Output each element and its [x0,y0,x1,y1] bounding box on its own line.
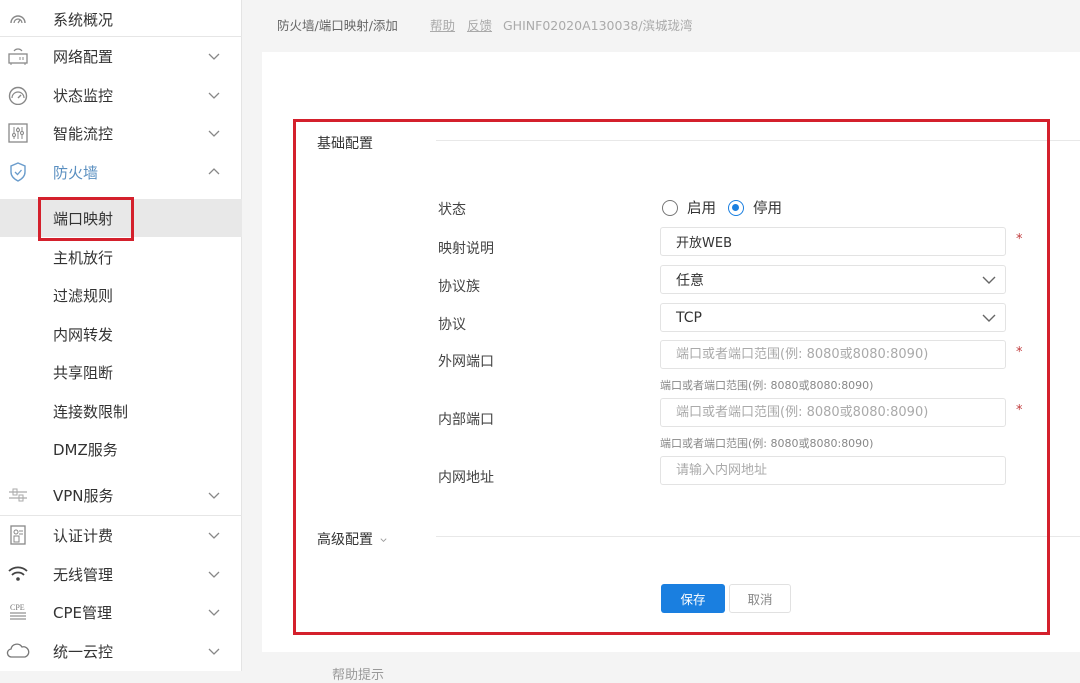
chevron-down-icon [208,609,220,616]
sidebar-subitem-dmz[interactable]: DMZ服务 [0,430,242,468]
sidebar-item-label: 内网转发 [53,325,114,344]
sidebar-item-label: 主机放行 [53,248,114,267]
svg-text:CPE: CPE [10,603,25,612]
router-icon [6,44,30,68]
chevron-down-icon [208,571,220,578]
shield-icon [6,160,30,184]
sidebar-item-auth-billing[interactable]: 认证计费 [0,516,242,554]
sidebar-item-label: 认证计费 [53,526,114,545]
cloud-icon [6,639,30,663]
sidebar-subitem-connection-limit[interactable]: 连接数限制 [0,392,242,430]
help-link[interactable]: 帮助 [430,15,455,34]
auth-card-icon [6,523,30,547]
sidebar: 系统概况 网络配置 状态监控 智能流控 防火墙 端口映射 主机放行 过滤规则 内… [0,0,242,671]
sidebar-item-label: 状态监控 [53,86,114,105]
sliders-icon [6,121,30,145]
chevron-up-icon [208,168,220,175]
sidebar-item-label: 共享阻断 [53,363,114,382]
sidebar-item-label: 过滤规则 [53,286,114,305]
sidebar-item-label: 防火墙 [53,163,99,182]
sidebar-item-label: 无线管理 [53,565,114,584]
sidebar-item-label: 智能流控 [53,124,114,143]
sidebar-item-traffic-control[interactable]: 智能流控 [0,114,242,152]
device-name: GHINF02020A130038/滨城珑湾 [503,17,693,33]
sidebar-item-overview[interactable]: 系统概况 [0,0,242,38]
dashboard-icon [6,7,30,31]
highlight-box [293,119,1050,635]
sidebar-item-label: 系统概况 [53,10,114,29]
sidebar-item-label: DMZ服务 [53,440,118,459]
wifi-icon [6,562,30,586]
top-bar: 防火墙/端口映射/添加 帮助 反馈 GHINF02020A130038/滨城珑湾 [243,0,1080,48]
sidebar-item-wireless[interactable]: 无线管理 [0,555,242,593]
sidebar-item-label: CPE管理 [53,603,112,622]
chevron-down-icon [208,130,220,137]
sidebar-item-network[interactable]: 网络配置 [0,37,242,75]
sidebar-item-cpe[interactable]: CPE CPE管理 [0,593,242,631]
sidebar-item-label: VPN服务 [53,486,114,505]
sidebar-item-label: 网络配置 [53,47,114,66]
sidebar-subitem-lan-forward[interactable]: 内网转发 [0,315,242,353]
help-title: 帮助提示 [332,668,385,683]
sidebar-item-label: 统一云控 [53,642,114,661]
sidebar-item-cloud[interactable]: 统一云控 [0,632,242,670]
chevron-down-icon [208,53,220,60]
sidebar-item-vpn[interactable]: VPN服务 [0,476,242,514]
sidebar-item-firewall[interactable]: 防火墙 [0,153,242,191]
chevron-down-icon [208,532,220,539]
breadcrumb: 防火墙/端口映射/添加 [277,17,398,33]
gauge-icon [6,83,30,107]
chevron-down-icon [208,492,220,499]
sidebar-item-label: 连接数限制 [53,402,129,421]
cpe-icon: CPE [6,600,30,624]
sidebar-item-monitor[interactable]: 状态监控 [0,76,242,114]
sidebar-subitem-share-block[interactable]: 共享阻断 [0,353,242,391]
sidebar-subitem-host-allow[interactable]: 主机放行 [0,238,242,276]
highlight-box [38,197,134,241]
feedback-link[interactable]: 反馈 [467,15,492,34]
sidebar-subitem-filter-rules[interactable]: 过滤规则 [0,276,242,314]
chevron-down-icon [208,648,220,655]
vpn-icon [6,483,30,507]
chevron-down-icon [208,92,220,99]
help-panel: 帮助提示 [318,656,1080,683]
